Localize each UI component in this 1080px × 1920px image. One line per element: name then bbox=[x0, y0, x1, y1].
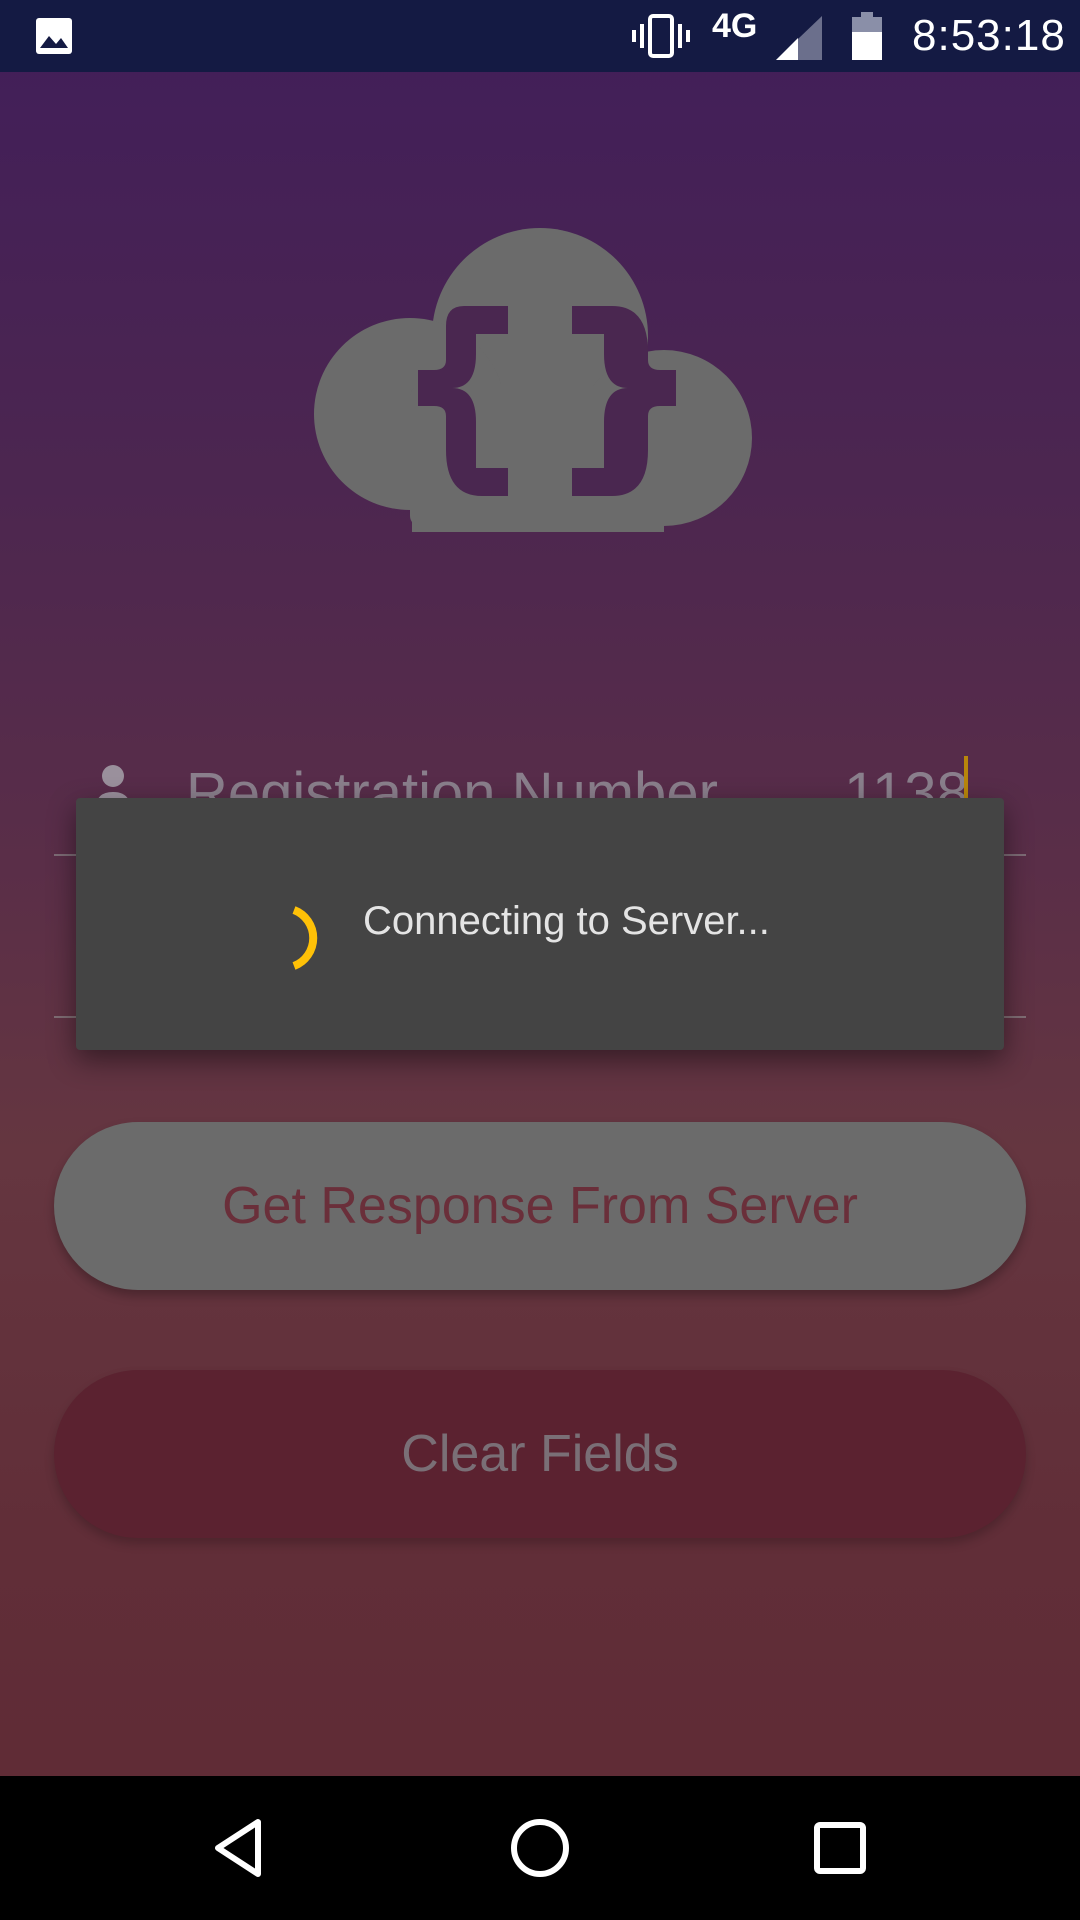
battery-icon bbox=[852, 12, 882, 60]
clock: 8:53:18 bbox=[912, 11, 1066, 60]
status-bar: 4G 8:53:18 bbox=[0, 0, 1080, 72]
network-type: 4G bbox=[712, 7, 758, 45]
home-icon[interactable] bbox=[500, 1808, 580, 1888]
app-screen: 4G 8:53:18 Registration Number 1138 Get … bbox=[0, 0, 1080, 1920]
back-icon[interactable] bbox=[200, 1808, 280, 1888]
cloud-braces-icon bbox=[314, 228, 752, 532]
get-response-button[interactable]: Get Response From Server bbox=[54, 1122, 1026, 1290]
recents-icon[interactable] bbox=[800, 1808, 880, 1888]
navigation-bar bbox=[0, 1776, 1080, 1920]
gallery-icon bbox=[36, 18, 72, 54]
signal-icon bbox=[776, 16, 822, 60]
progress-dialog: Connecting to Server... bbox=[76, 798, 1004, 1050]
clear-fields-button[interactable]: Clear Fields bbox=[54, 1370, 1026, 1538]
vibrate-icon bbox=[632, 14, 690, 58]
loading-spinner-icon bbox=[292, 906, 318, 970]
dialog-message: Connecting to Server... bbox=[363, 899, 770, 943]
